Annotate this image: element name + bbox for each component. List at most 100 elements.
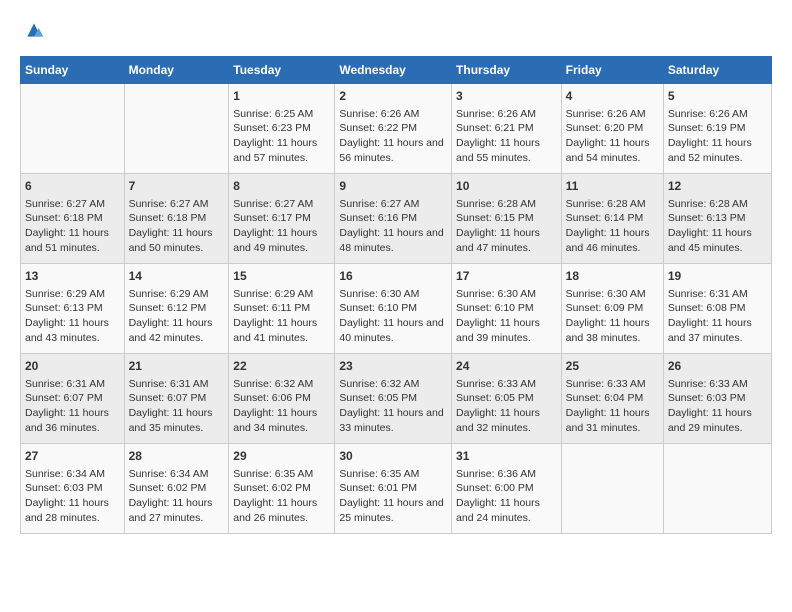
calendar-cell: 10 Sunrise: 6:28 AMSunset: 6:15 PMDayligh… [452, 174, 562, 264]
calendar-cell: 13 Sunrise: 6:29 AMSunset: 6:13 PMDayligh… [21, 264, 125, 354]
cell-info: Sunrise: 6:29 AMSunset: 6:11 PMDaylight:… [233, 287, 330, 346]
week-row-4: 20 Sunrise: 6:31 AMSunset: 6:07 PMDayligh… [21, 354, 772, 444]
cell-info: Sunrise: 6:27 AMSunset: 6:18 PMDaylight:… [25, 197, 120, 256]
cell-info: Sunrise: 6:27 AMSunset: 6:16 PMDaylight:… [339, 197, 447, 256]
day-number: 16 [339, 268, 447, 285]
calendar-cell: 1 Sunrise: 6:25 AMSunset: 6:23 PMDaylight… [229, 84, 335, 174]
day-number: 28 [129, 448, 225, 465]
day-header-sunday: Sunday [21, 57, 125, 84]
cell-info: Sunrise: 6:36 AMSunset: 6:00 PMDaylight:… [456, 467, 557, 526]
day-number: 3 [456, 88, 557, 105]
calendar-cell [561, 444, 663, 534]
logo-icon [24, 20, 44, 40]
cell-info: Sunrise: 6:34 AMSunset: 6:02 PMDaylight:… [129, 467, 225, 526]
week-row-3: 13 Sunrise: 6:29 AMSunset: 6:13 PMDayligh… [21, 264, 772, 354]
day-number: 9 [339, 178, 447, 195]
day-header-tuesday: Tuesday [229, 57, 335, 84]
calendar-cell: 30Sunrise: 6:35 AMSunset: 6:01 PMDayligh… [335, 444, 452, 534]
calendar-cell: 17 Sunrise: 6:30 AMSunset: 6:10 PMDayligh… [452, 264, 562, 354]
calendar-cell: 19Sunrise: 6:31 AMSunset: 6:08 PMDayligh… [663, 264, 771, 354]
day-number: 21 [129, 358, 225, 375]
day-number: 30 [339, 448, 447, 465]
calendar-cell: 23 Sunrise: 6:32 AMSunset: 6:05 PMDayligh… [335, 354, 452, 444]
day-number: 20 [25, 358, 120, 375]
calendar-cell: 25 Sunrise: 6:33 AMSunset: 6:04 PMDayligh… [561, 354, 663, 444]
page-header [20, 20, 772, 40]
calendar-cell [124, 84, 229, 174]
calendar-cell: 18 Sunrise: 6:30 AMSunset: 6:09 PMDayligh… [561, 264, 663, 354]
calendar-cell: 24Sunrise: 6:33 AMSunset: 6:05 PMDayligh… [452, 354, 562, 444]
day-number: 31 [456, 448, 557, 465]
day-number: 24 [456, 358, 557, 375]
week-row-5: 27Sunrise: 6:34 AMSunset: 6:03 PMDayligh… [21, 444, 772, 534]
calendar-cell [21, 84, 125, 174]
logo [20, 20, 44, 40]
calendar-cell: 8Sunrise: 6:27 AMSunset: 6:17 PMDaylight… [229, 174, 335, 264]
day-number: 4 [566, 88, 659, 105]
calendar-cell: 12 Sunrise: 6:28 AMSunset: 6:13 PMDayligh… [663, 174, 771, 264]
calendar-cell: 2Sunrise: 6:26 AMSunset: 6:22 PMDaylight… [335, 84, 452, 174]
cell-info: Sunrise: 6:28 AMSunset: 6:14 PMDaylight:… [566, 197, 659, 256]
cell-info: Sunrise: 6:25 AMSunset: 6:23 PMDaylight:… [233, 107, 330, 166]
cell-info: Sunrise: 6:31 AMSunset: 6:07 PMDaylight:… [25, 377, 120, 436]
cell-info: Sunrise: 6:26 AMSunset: 6:20 PMDaylight:… [566, 107, 659, 166]
cell-info: Sunrise: 6:27 AMSunset: 6:17 PMDaylight:… [233, 197, 330, 256]
day-number: 18 [566, 268, 659, 285]
header-row: SundayMondayTuesdayWednesdayThursdayFrid… [21, 57, 772, 84]
day-number: 19 [668, 268, 767, 285]
day-number: 1 [233, 88, 330, 105]
cell-info: Sunrise: 6:28 AMSunset: 6:15 PMDaylight:… [456, 197, 557, 256]
cell-info: Sunrise: 6:35 AMSunset: 6:02 PMDaylight:… [233, 467, 330, 526]
cell-info: Sunrise: 6:29 AMSunset: 6:13 PMDaylight:… [25, 287, 120, 346]
cell-info: Sunrise: 6:26 AMSunset: 6:22 PMDaylight:… [339, 107, 447, 166]
calendar-cell: 4 Sunrise: 6:26 AMSunset: 6:20 PMDaylight… [561, 84, 663, 174]
day-number: 14 [129, 268, 225, 285]
calendar-cell: 16 Sunrise: 6:30 AMSunset: 6:10 PMDayligh… [335, 264, 452, 354]
calendar-cell: 14 Sunrise: 6:29 AMSunset: 6:12 PMDayligh… [124, 264, 229, 354]
cell-info: Sunrise: 6:28 AMSunset: 6:13 PMDaylight:… [668, 197, 767, 256]
calendar-cell: 7 Sunrise: 6:27 AMSunset: 6:18 PMDaylight… [124, 174, 229, 264]
day-header-thursday: Thursday [452, 57, 562, 84]
cell-info: Sunrise: 6:32 AMSunset: 6:06 PMDaylight:… [233, 377, 330, 436]
calendar-cell: 15Sunrise: 6:29 AMSunset: 6:11 PMDayligh… [229, 264, 335, 354]
day-number: 5 [668, 88, 767, 105]
week-row-1: 1 Sunrise: 6:25 AMSunset: 6:23 PMDaylight… [21, 84, 772, 174]
calendar-cell: 28 Sunrise: 6:34 AMSunset: 6:02 PMDayligh… [124, 444, 229, 534]
cell-info: Sunrise: 6:33 AMSunset: 6:04 PMDaylight:… [566, 377, 659, 436]
calendar-cell: 9 Sunrise: 6:27 AMSunset: 6:16 PMDaylight… [335, 174, 452, 264]
day-number: 29 [233, 448, 330, 465]
day-number: 7 [129, 178, 225, 195]
cell-info: Sunrise: 6:29 AMSunset: 6:12 PMDaylight:… [129, 287, 225, 346]
day-header-monday: Monday [124, 57, 229, 84]
day-number: 25 [566, 358, 659, 375]
calendar-cell: 31 Sunrise: 6:36 AMSunset: 6:00 PMDayligh… [452, 444, 562, 534]
cell-info: Sunrise: 6:30 AMSunset: 6:10 PMDaylight:… [339, 287, 447, 346]
calendar-cell [663, 444, 771, 534]
cell-info: Sunrise: 6:33 AMSunset: 6:03 PMDaylight:… [668, 377, 767, 436]
day-header-friday: Friday [561, 57, 663, 84]
calendar-cell: 27Sunrise: 6:34 AMSunset: 6:03 PMDayligh… [21, 444, 125, 534]
day-number: 12 [668, 178, 767, 195]
day-number: 26 [668, 358, 767, 375]
calendar-cell: 20 Sunrise: 6:31 AMSunset: 6:07 PMDayligh… [21, 354, 125, 444]
day-number: 27 [25, 448, 120, 465]
week-row-2: 6 Sunrise: 6:27 AMSunset: 6:18 PMDaylight… [21, 174, 772, 264]
cell-info: Sunrise: 6:30 AMSunset: 6:09 PMDaylight:… [566, 287, 659, 346]
calendar-cell: 29 Sunrise: 6:35 AMSunset: 6:02 PMDayligh… [229, 444, 335, 534]
day-number: 6 [25, 178, 120, 195]
cell-info: Sunrise: 6:27 AMSunset: 6:18 PMDaylight:… [129, 197, 225, 256]
calendar-cell: 11Sunrise: 6:28 AMSunset: 6:14 PMDayligh… [561, 174, 663, 264]
day-header-wednesday: Wednesday [335, 57, 452, 84]
day-number: 10 [456, 178, 557, 195]
calendar-cell: 3 Sunrise: 6:26 AMSunset: 6:21 PMDaylight… [452, 84, 562, 174]
day-number: 13 [25, 268, 120, 285]
calendar-cell: 22Sunrise: 6:32 AMSunset: 6:06 PMDayligh… [229, 354, 335, 444]
day-number: 17 [456, 268, 557, 285]
cell-info: Sunrise: 6:32 AMSunset: 6:05 PMDaylight:… [339, 377, 447, 436]
day-number: 23 [339, 358, 447, 375]
cell-info: Sunrise: 6:26 AMSunset: 6:21 PMDaylight:… [456, 107, 557, 166]
calendar-cell: 26 Sunrise: 6:33 AMSunset: 6:03 PMDayligh… [663, 354, 771, 444]
day-header-saturday: Saturday [663, 57, 771, 84]
cell-info: Sunrise: 6:30 AMSunset: 6:10 PMDaylight:… [456, 287, 557, 346]
calendar-cell: 21Sunrise: 6:31 AMSunset: 6:07 PMDayligh… [124, 354, 229, 444]
